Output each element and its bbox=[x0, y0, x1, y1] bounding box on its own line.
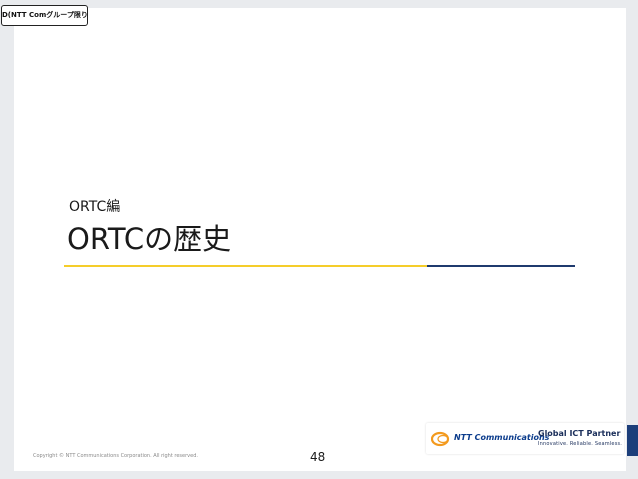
slide-frame: D(NTT Comグループ限り) ORTC編 ORTCの歴史 Copyright… bbox=[0, 0, 638, 479]
logo-tagline: Innovative. Reliable. Seamless. bbox=[538, 441, 623, 447]
company-logo: NTT Communications Global ICT Partner In… bbox=[426, 423, 624, 454]
logo-company-name: NTT Communications bbox=[454, 433, 550, 442]
classification-badge: D(NTT Comグループ限り) bbox=[1, 5, 88, 26]
copyright-text: Copyright © NTT Communications Corporati… bbox=[33, 453, 198, 459]
slide-subtitle: ORTC編 bbox=[69, 199, 121, 215]
title-rule-navy bbox=[427, 265, 575, 267]
page-number: 48 bbox=[310, 450, 326, 464]
title-rule-yellow bbox=[64, 265, 427, 267]
side-tab-marker bbox=[627, 425, 638, 456]
slide-title: ORTCの歴史 bbox=[67, 222, 232, 256]
logo-slogan: Global ICT Partner bbox=[538, 429, 621, 438]
